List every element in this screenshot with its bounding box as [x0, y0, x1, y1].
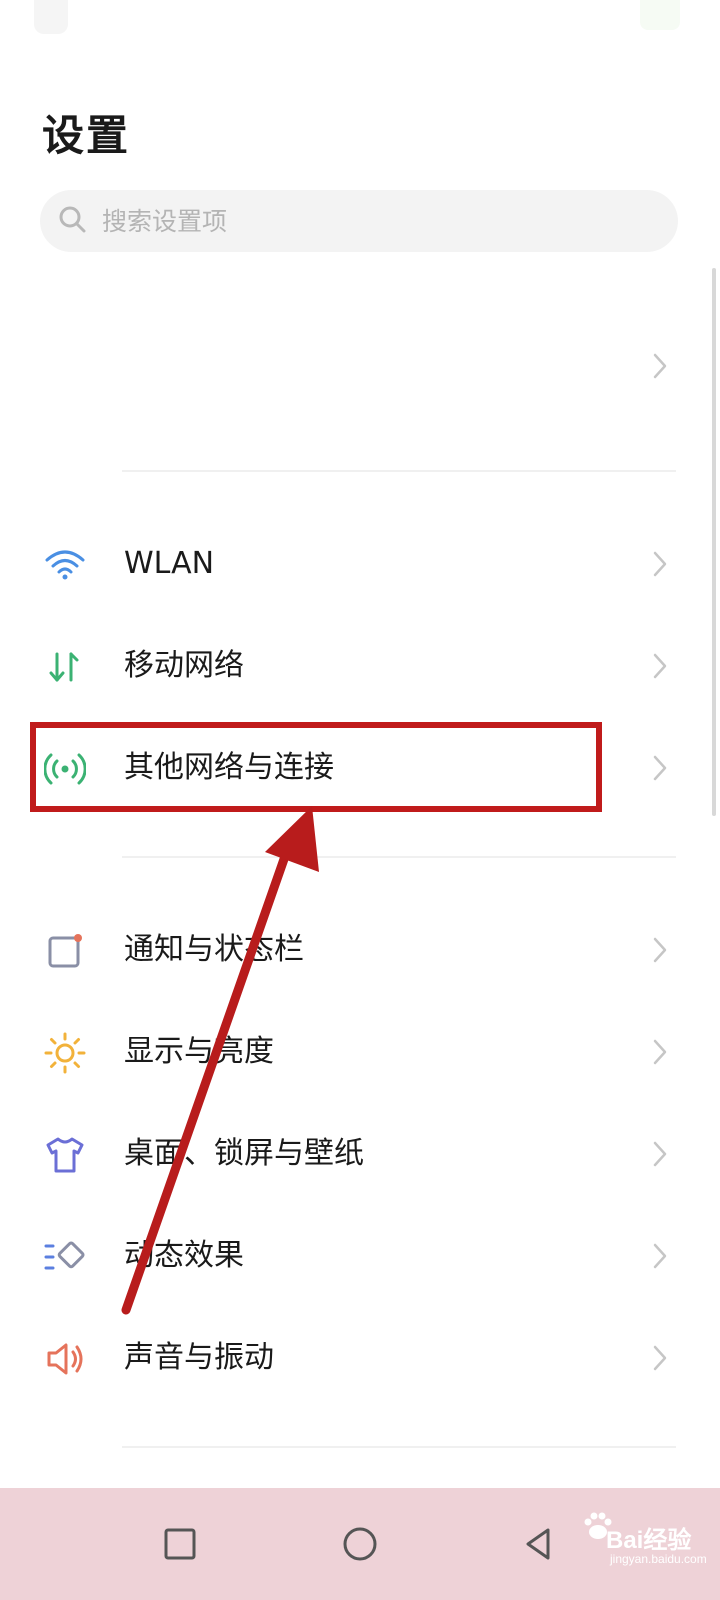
- chevron-right-icon: [652, 754, 668, 782]
- settings-item-wlan[interactable]: WLAN: [0, 514, 720, 614]
- wifi-icon: [44, 544, 86, 586]
- back-button[interactable]: [518, 1522, 562, 1566]
- speaker-icon: [44, 1338, 86, 1380]
- settings-item-display[interactable]: 显示与亮度: [0, 1002, 720, 1102]
- page-title: 设置: [42, 111, 131, 160]
- chevron-right-icon: [652, 652, 668, 680]
- home-button[interactable]: [338, 1522, 382, 1566]
- settings-item-label: 动态效果: [124, 1238, 244, 1273]
- settings-item-desktop-wallpaper[interactable]: 桌面、锁屏与壁纸: [0, 1104, 720, 1204]
- settings-item-label: WLAN: [124, 546, 215, 581]
- settings-item-motion-effects[interactable]: 动态效果: [0, 1206, 720, 1306]
- notification-icon: [44, 930, 86, 972]
- settings-item-sound-vibration[interactable]: 声音与振动: [0, 1308, 720, 1408]
- tshirt-icon: [44, 1134, 86, 1176]
- mobile-data-icon: [44, 646, 86, 688]
- settings-item-label: 移动网络: [124, 648, 244, 683]
- settings-item-label: 桌面、锁屏与壁纸: [124, 1136, 364, 1171]
- settings-item-notifications[interactable]: 通知与状态栏: [0, 900, 720, 1000]
- status-bar-right: [640, 0, 680, 30]
- sun-icon: [44, 1032, 86, 1074]
- search-bar[interactable]: [40, 190, 678, 252]
- settings-item-label: 通知与状态栏: [124, 932, 304, 967]
- status-bar-left: [34, 0, 68, 34]
- motion-icon: [44, 1236, 86, 1278]
- divider: [122, 856, 676, 858]
- chevron-right-icon: [652, 550, 668, 578]
- chevron-right-icon: [652, 352, 668, 380]
- watermark-text: Bai经验: [606, 1527, 692, 1554]
- chevron-right-icon: [652, 1140, 668, 1168]
- search-icon: [58, 205, 86, 237]
- baidu-watermark: Bai经验 jingyan.baidu.com: [580, 1508, 710, 1568]
- settings-item-label: 显示与亮度: [124, 1034, 274, 1069]
- settings-screen: 设置 WLAN: [0, 0, 720, 1600]
- divider: [122, 1446, 676, 1448]
- watermark-url: jingyan.baidu.com: [610, 1552, 707, 1566]
- settings-item-mobile-network[interactable]: 移动网络: [0, 616, 720, 716]
- chevron-right-icon: [652, 1344, 668, 1372]
- divider: [122, 470, 676, 472]
- chevron-right-icon: [652, 1038, 668, 1066]
- settings-item-label: 声音与振动: [124, 1340, 274, 1375]
- account-row[interactable]: [0, 280, 720, 450]
- recents-button[interactable]: [158, 1522, 202, 1566]
- chevron-right-icon: [652, 1242, 668, 1270]
- chevron-right-icon: [652, 936, 668, 964]
- search-input[interactable]: [102, 206, 602, 236]
- annotation-highlight-box: [30, 722, 602, 812]
